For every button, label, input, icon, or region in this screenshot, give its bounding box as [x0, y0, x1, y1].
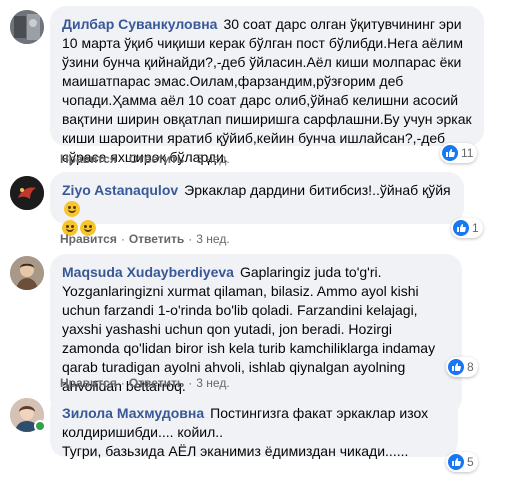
comment-author[interactable]: Maqsuda Xudayberdiyeva	[62, 264, 234, 280]
reaction-count[interactable]: 8	[446, 357, 478, 377]
avatar[interactable]	[10, 176, 44, 210]
avatar[interactable]	[10, 10, 44, 44]
reply-link[interactable]: Ответить	[129, 376, 184, 390]
comment-text: 30 соат дарс олган ўқитувчининг эри 10 м…	[62, 16, 476, 165]
online-status-indicator	[34, 420, 46, 432]
comment-bubble: Зилола Махмудовна Постингизга факат эркак…	[50, 395, 458, 459]
like-icon	[448, 454, 464, 470]
comment-bubble: Дилбар Суванкуловна 30 соат дарс олган ўқ…	[50, 6, 484, 165]
timestamp[interactable]: 3 нед.	[196, 232, 229, 246]
grinning-face-emoji	[64, 201, 80, 217]
comment-author[interactable]: Ziyo Astanaqulov	[62, 182, 178, 198]
timestamp[interactable]: 3 нед.	[196, 152, 229, 166]
like-icon	[448, 359, 464, 375]
comment-actions: Нравится · Ответить · 3 нед.	[60, 376, 230, 390]
comment-author[interactable]: Зилола Махмудовна	[62, 405, 204, 421]
comment-actions: Нравится · Ответить · 3 нед.	[60, 152, 230, 166]
comment-bubble: Maqsuda Xudayberdiyeva Gaplaringiz juda t…	[50, 254, 462, 414]
comment-text: Эркаклар дардини битибсиз!..ўйнаб қўйя	[184, 182, 451, 198]
like-link[interactable]: Нравится	[60, 376, 117, 390]
reaction-count[interactable]: 5	[446, 452, 478, 472]
timestamp[interactable]: 3 нед.	[196, 376, 229, 390]
comment-author[interactable]: Дилбар Суванкуловна	[62, 16, 217, 32]
avatar[interactable]	[10, 256, 44, 290]
reaction-number: 5	[467, 455, 474, 469]
like-icon	[442, 145, 458, 161]
reply-link[interactable]: Ответить	[129, 152, 184, 166]
like-link[interactable]: Нравится	[60, 232, 117, 246]
comment-text: Gaplaringiz juda to'g'ri. Yozganlaringiz…	[62, 264, 439, 394]
reaction-number: 1	[472, 221, 479, 235]
reply-link[interactable]: Ответить	[129, 232, 184, 246]
comment-bubble: Ziyo Astanaqulov Эркаклар дардини битибси…	[50, 172, 464, 236]
reaction-count[interactable]: 11	[440, 143, 478, 163]
comment-actions: Нравится · Ответить · 3 нед.	[60, 232, 230, 246]
like-icon	[453, 220, 469, 236]
like-link[interactable]: Нравится	[60, 152, 117, 166]
reaction-number: 8	[467, 360, 474, 374]
reaction-number: 11	[461, 146, 474, 160]
reaction-count[interactable]: 1	[451, 218, 483, 238]
